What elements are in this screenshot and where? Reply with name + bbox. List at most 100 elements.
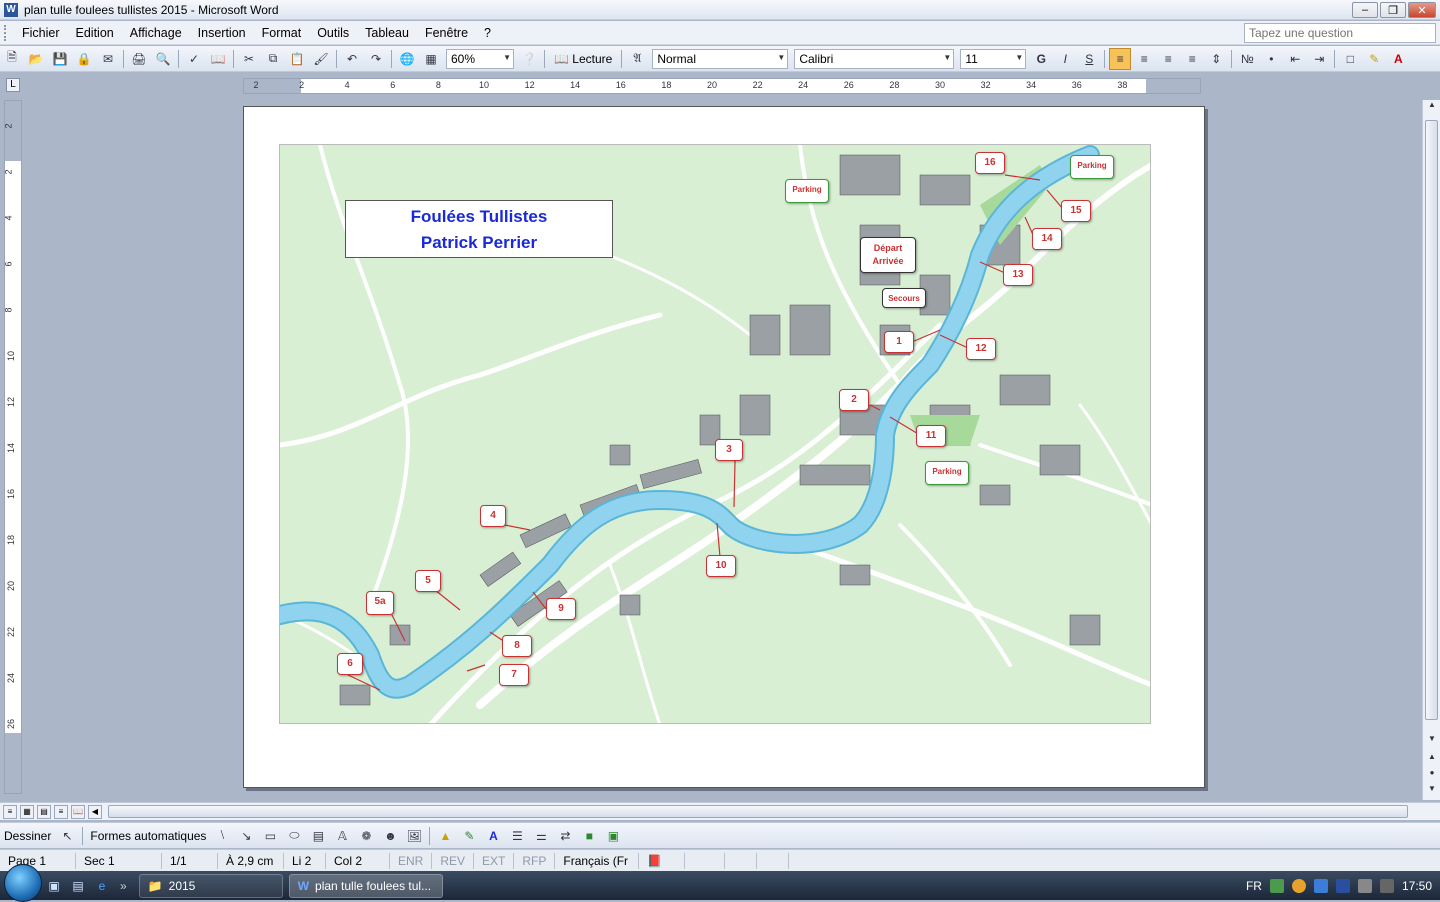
- tray-language[interactable]: FR: [1246, 879, 1262, 893]
- reading-view-icon[interactable]: 📖: [71, 804, 85, 819]
- zoom-select[interactable]: 60% ▼: [446, 48, 514, 69]
- picture-icon[interactable]: 🖼: [403, 825, 425, 847]
- research-icon[interactable]: 📖: [207, 48, 229, 70]
- diagram-icon[interactable]: ❁: [355, 825, 377, 847]
- reading-mode-button[interactable]: 📖 Lecture: [548, 48, 618, 70]
- clipart-icon[interactable]: ☻: [379, 825, 401, 847]
- increase-indent-icon[interactable]: ⇥: [1308, 48, 1330, 70]
- document-page[interactable]: Foulées Tullistes Patrick Perrier 1 2 3 …: [243, 106, 1205, 788]
- vertical-scrollbar[interactable]: ▲ ▼ ▲ ● ▼: [1422, 100, 1440, 800]
- bullets-icon[interactable]: •: [1260, 48, 1282, 70]
- 3d-style-icon[interactable]: ▣: [602, 825, 624, 847]
- underline-button[interactable]: S: [1078, 48, 1100, 70]
- print-layout-icon[interactable]: ▤: [37, 804, 51, 819]
- select-objects-icon[interactable]: ↖: [56, 825, 78, 847]
- quicklaunch-more-icon[interactable]: »: [120, 879, 127, 893]
- next-page-icon[interactable]: ▼: [1423, 784, 1440, 800]
- dessiner-menu[interactable]: Dessiner: [0, 829, 55, 843]
- permission-icon[interactable]: 🔒: [73, 48, 95, 70]
- normal-view-icon[interactable]: ≡: [3, 804, 17, 819]
- rectangle-icon[interactable]: ▭: [259, 825, 281, 847]
- status-ext[interactable]: EXT: [474, 852, 515, 869]
- fill-color-icon[interactable]: ▲: [434, 825, 456, 847]
- new-document-icon[interactable]: 🗎: [1, 48, 23, 70]
- borders-icon[interactable]: □: [1339, 48, 1361, 70]
- autoshapes-menu[interactable]: Formes automatiques: [86, 829, 210, 843]
- shadow-icon[interactable]: ■: [578, 825, 600, 847]
- menu-format[interactable]: Format: [254, 26, 310, 40]
- ask-question-input[interactable]: [1244, 23, 1436, 43]
- format-painter-icon[interactable]: 🖌: [310, 48, 332, 70]
- close-button[interactable]: ✕: [1408, 2, 1436, 18]
- help-icon[interactable]: ❔: [518, 48, 540, 70]
- taskbar-folder-2015[interactable]: 📁 2015: [138, 873, 283, 898]
- race-map-image[interactable]: Foulées Tullistes Patrick Perrier 1 2 3 …: [279, 144, 1151, 724]
- browse-object-icon[interactable]: ●: [1423, 768, 1440, 784]
- horizontal-scroll-thumb[interactable]: [108, 805, 1408, 818]
- menu-insertion[interactable]: Insertion: [190, 26, 254, 40]
- align-left-icon[interactable]: ≡: [1109, 47, 1132, 70]
- font-color-icon[interactable]: A: [1387, 48, 1409, 70]
- scroll-thumb[interactable]: [1425, 120, 1438, 720]
- tray-clock[interactable]: 17:50: [1402, 879, 1432, 893]
- hyperlink-icon[interactable]: 🌐: [396, 48, 418, 70]
- oval-icon[interactable]: ⬭: [283, 825, 305, 847]
- dash-style-icon[interactable]: ⚌: [530, 825, 552, 847]
- word-app-icon[interactable]: W: [4, 2, 18, 17]
- spelling-status-icon[interactable]: 📕: [639, 852, 686, 869]
- vertical-ruler[interactable]: 2 2 4 6 8 10 12 14 16 18 20 22 24 26: [4, 100, 22, 794]
- line-icon[interactable]: ⧵: [211, 825, 233, 847]
- menu-outils[interactable]: Outils: [309, 26, 357, 40]
- save-icon[interactable]: 💾: [49, 48, 71, 70]
- style-select[interactable]: Normal ▼: [652, 48, 789, 69]
- battery-icon[interactable]: [1357, 878, 1372, 893]
- ie-icon[interactable]: e: [91, 875, 113, 897]
- horizontal-ruler[interactable]: 2 2 4 6 8 10 12 14 16 18 20 22 24 26 28 30 32 34 36 38: [243, 78, 1201, 94]
- print-icon[interactable]: 🖨: [128, 48, 150, 70]
- numbering-icon[interactable]: №: [1236, 48, 1258, 70]
- align-right-icon[interactable]: ≡: [1157, 48, 1179, 70]
- line-color-icon[interactable]: ✎: [458, 825, 480, 847]
- undo-icon[interactable]: ↶: [341, 48, 363, 70]
- wordart-icon[interactable]: 𝔸: [331, 825, 353, 847]
- italic-button[interactable]: I: [1054, 48, 1076, 70]
- menu-fenetre[interactable]: Fenêtre: [417, 26, 476, 40]
- network-icon[interactable]: [1269, 878, 1284, 893]
- taskbar-word-doc[interactable]: W plan tulle foulees tul...: [288, 873, 443, 898]
- font-size-select[interactable]: 11 ▼: [960, 48, 1027, 69]
- menu-grip[interactable]: [4, 24, 8, 41]
- email-icon[interactable]: ✉: [97, 48, 119, 70]
- text-color-icon[interactable]: A: [482, 825, 504, 847]
- open-folder-icon[interactable]: 📂: [25, 48, 47, 70]
- line-spacing-icon[interactable]: ⇕: [1205, 48, 1227, 70]
- start-button[interactable]: [4, 863, 42, 902]
- show-desktop-icon[interactable]: ▣: [43, 875, 65, 897]
- justify-icon[interactable]: ≡: [1181, 48, 1203, 70]
- print-preview-icon[interactable]: 🔍: [152, 48, 174, 70]
- bold-button[interactable]: G: [1030, 48, 1052, 70]
- highlight-icon[interactable]: ✎: [1363, 48, 1385, 70]
- outline-view-icon[interactable]: ≡: [54, 804, 68, 819]
- bluetooth-icon[interactable]: [1335, 878, 1350, 893]
- update-icon[interactable]: [1313, 878, 1328, 893]
- antivirus-icon[interactable]: [1291, 878, 1306, 893]
- cut-icon[interactable]: ✂: [238, 48, 260, 70]
- scroll-up-icon[interactable]: ▲: [1423, 100, 1440, 116]
- styles-pane-icon[interactable]: 𝔄: [626, 48, 648, 70]
- scroll-down-icon[interactable]: ▼: [1423, 734, 1440, 750]
- menu-edition[interactable]: Edition: [68, 26, 122, 40]
- menu-affichage[interactable]: Affichage: [122, 26, 190, 40]
- copy-icon[interactable]: ⧉: [262, 48, 284, 70]
- volume-icon[interactable]: [1379, 878, 1394, 893]
- scroll-left-icon[interactable]: ◀: [88, 804, 102, 819]
- menu-tableau[interactable]: Tableau: [357, 26, 417, 40]
- web-view-icon[interactable]: ▦: [20, 804, 34, 819]
- restore-button[interactable]: ❐: [1380, 2, 1406, 18]
- line-style-icon[interactable]: ☰: [506, 825, 528, 847]
- status-rfp[interactable]: RFP: [514, 852, 556, 869]
- status-enr[interactable]: ENR: [390, 852, 433, 869]
- arrow-style-icon[interactable]: ⇄: [554, 825, 576, 847]
- decrease-indent-icon[interactable]: ⇤: [1284, 48, 1306, 70]
- paste-icon[interactable]: 📋: [286, 48, 308, 70]
- align-center-icon[interactable]: ≡: [1133, 48, 1155, 70]
